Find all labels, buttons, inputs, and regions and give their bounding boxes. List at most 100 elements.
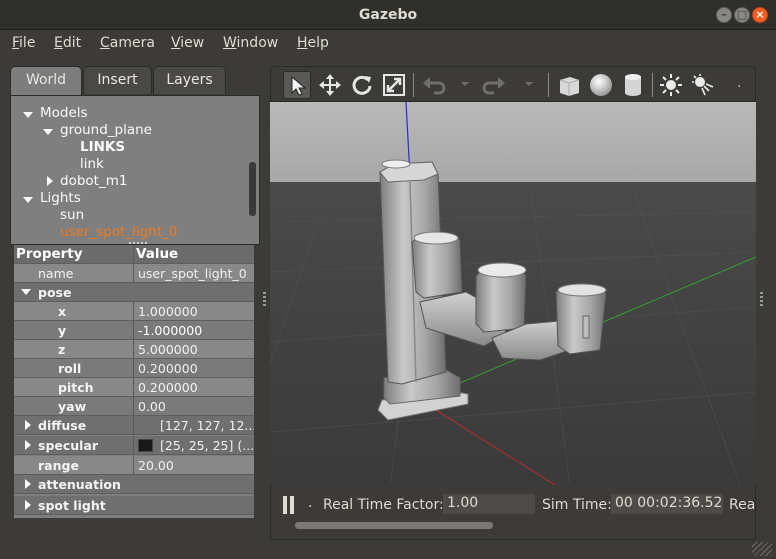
collapse-arrow-icon[interactable] — [25, 440, 31, 450]
sim-time-value: 00 00:02:36.525 — [611, 494, 723, 514]
tree-item-sun[interactable]: sun — [60, 207, 84, 223]
prop-key: name — [38, 266, 74, 281]
prop-value[interactable]: [25, 25, 25] (... — [160, 438, 254, 453]
prop-value[interactable]: 0.200000 — [138, 361, 252, 376]
prop-value[interactable]: 5.000000 — [138, 342, 252, 357]
scene-panel: . . Real Time Factor: 1.00 Sim Time: 00 … — [270, 66, 756, 540]
tree-item-link[interactable]: link — [80, 156, 104, 172]
header-value: Value — [136, 246, 179, 262]
chevron-down-icon[interactable] — [461, 82, 469, 86]
table-row[interactable]: z 5.000000 — [14, 340, 254, 359]
table-row[interactable]: pose — [14, 283, 254, 302]
prop-key: pitch — [58, 380, 94, 395]
tab-layers[interactable]: Layers — [153, 66, 226, 94]
select-mode-button[interactable] — [283, 71, 311, 99]
menu-camera[interactable]: Camera — [100, 35, 155, 51]
real-time-label: Rea — [729, 497, 756, 513]
table-row[interactable]: yaw 0.00 — [14, 397, 254, 416]
right-dock — [758, 66, 776, 540]
scene-render[interactable] — [270, 102, 756, 485]
table-row[interactable]: x 1.000000 — [14, 302, 254, 321]
horizontal-scrollbar[interactable] — [295, 522, 493, 529]
left-panel: World Insert Layers Models ground_plane … — [10, 66, 260, 518]
resize-grip[interactable] — [752, 542, 772, 556]
sphere-shape-button[interactable] — [587, 71, 615, 99]
chevron-down-icon[interactable] — [525, 82, 533, 86]
prop-value[interactable]: 0.00 — [138, 399, 252, 414]
close-button[interactable]: × — [752, 7, 768, 23]
collapse-arrow-icon[interactable] — [25, 500, 31, 510]
prop-value[interactable]: 0.200000 — [138, 380, 252, 395]
box-shape-button[interactable] — [555, 71, 583, 99]
scale-mode-button[interactable] — [380, 71, 408, 99]
column-divider — [133, 416, 134, 435]
tab-world[interactable]: World — [10, 66, 82, 95]
translate-mode-button[interactable] — [316, 71, 344, 99]
spot-light-button[interactable] — [689, 71, 717, 99]
prop-value[interactable]: 20.00 — [138, 458, 252, 473]
collapse-arrow-icon[interactable] — [25, 479, 31, 489]
cylinder-icon — [625, 74, 641, 96]
menu-edit[interactable]: Edit — [54, 35, 81, 51]
tab-insert[interactable]: Insert — [83, 66, 152, 94]
collapse-arrow-icon[interactable] — [25, 420, 31, 430]
sim-time-label: Sim Time: — [542, 497, 612, 513]
table-row[interactable]: specular [25, 25, 25] (... — [14, 436, 254, 455]
maximize-button[interactable]: □ — [734, 7, 750, 23]
prop-key: diffuse — [38, 418, 87, 433]
table-row[interactable]: name user_spot_light_0 — [14, 264, 254, 283]
tree-item-lights[interactable]: Lights — [40, 190, 81, 206]
splitter-handle[interactable] — [263, 292, 266, 308]
minimize-button[interactable]: – — [716, 7, 732, 23]
collapse-arrow-icon[interactable] — [47, 176, 53, 186]
tree-item-user-spot-light[interactable]: user_spot_light_0 — [60, 224, 177, 240]
close-icon: × — [755, 8, 765, 21]
menu-window[interactable]: Window — [223, 35, 278, 51]
tree-item-dobot[interactable]: dobot_m1 — [60, 173, 127, 189]
minimize-icon: – — [721, 8, 727, 21]
prop-key: z — [58, 342, 66, 357]
toolbar-overflow[interactable]: . — [737, 75, 741, 91]
3d-viewport[interactable] — [270, 102, 756, 485]
table-row[interactable]: range 20.00 — [14, 456, 254, 475]
rtf-value: 1.00 — [443, 494, 535, 514]
prop-value[interactable]: -1.000000 — [138, 323, 252, 338]
expand-arrow-icon[interactable] — [43, 129, 53, 135]
rotate-mode-button[interactable] — [348, 71, 376, 99]
point-light-button[interactable] — [657, 71, 685, 99]
prop-value[interactable]: user_spot_light_0 — [138, 266, 252, 281]
table-row[interactable]: pitch 0.200000 — [14, 378, 254, 397]
undo-button[interactable] — [419, 71, 447, 99]
tree-scrollbar[interactable] — [249, 162, 256, 216]
expand-arrow-icon[interactable] — [23, 112, 33, 118]
table-row[interactable]: roll 0.200000 — [14, 359, 254, 378]
select-mode-icon — [291, 75, 307, 96]
tree-item-models[interactable]: Models — [40, 105, 88, 121]
table-row[interactable]: attenuation — [14, 475, 254, 494]
column-divider — [133, 302, 134, 321]
tree-item-ground-plane[interactable]: ground_plane — [60, 122, 152, 138]
table-row[interactable]: diffuse [127, 127, 12... — [14, 416, 254, 435]
prop-value[interactable]: 1.000000 — [138, 304, 252, 319]
redo-icon — [482, 77, 505, 95]
color-swatch[interactable] — [138, 439, 153, 452]
expand-arrow-icon[interactable] — [21, 289, 31, 295]
status-bar: . Real Time Factor: 1.00 Sim Time: 00 00… — [270, 485, 756, 540]
redo-button[interactable] — [481, 71, 509, 99]
expand-arrow-icon[interactable] — [23, 197, 33, 203]
cylinder-shape-button[interactable] — [619, 71, 647, 99]
rotate-mode-icon — [352, 75, 372, 95]
table-row[interactable]: spot light — [14, 496, 254, 515]
menu-file[interactable]: File — [12, 35, 35, 51]
prop-key: attenuation — [38, 477, 121, 492]
menu-view[interactable]: View — [171, 35, 204, 51]
prop-value[interactable]: [127, 127, 12... — [160, 418, 254, 433]
pause-icon — [283, 496, 287, 514]
column-divider — [133, 378, 134, 397]
table-row[interactable]: y -1.000000 — [14, 321, 254, 340]
prop-key: x — [58, 304, 67, 319]
menu-help[interactable]: Help — [297, 35, 329, 51]
pause-button[interactable] — [283, 496, 294, 514]
splitter-handle[interactable] — [760, 292, 763, 308]
step-button[interactable]: . — [308, 495, 312, 511]
